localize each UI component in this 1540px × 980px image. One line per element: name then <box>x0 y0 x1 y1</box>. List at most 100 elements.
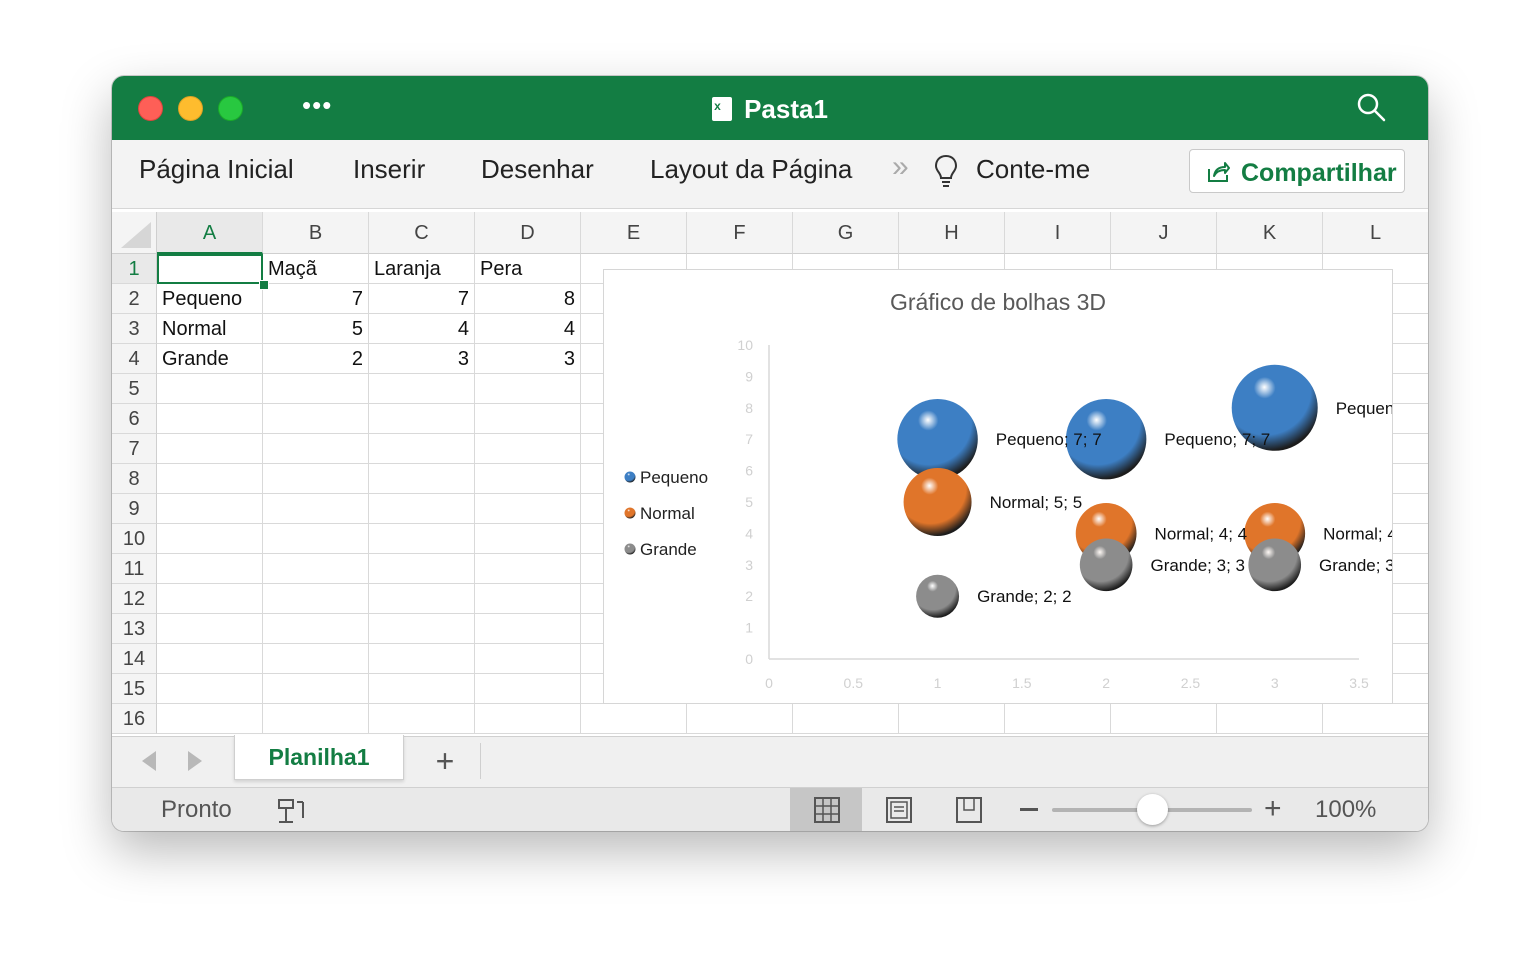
cell-j16[interactable] <box>1111 704 1217 734</box>
cell-d11[interactable] <box>475 554 581 584</box>
row-header-1[interactable]: 1 <box>112 254 157 284</box>
cell-d6[interactable] <box>475 404 581 434</box>
cell-a16[interactable] <box>157 704 263 734</box>
column-header-j[interactable]: J <box>1111 212 1217 254</box>
row-header-5[interactable]: 5 <box>112 374 157 404</box>
tab-desenhar[interactable]: Desenhar <box>481 154 594 185</box>
add-sheet-button[interactable]: + <box>430 743 460 780</box>
cell-b3[interactable]: 5 <box>263 314 369 344</box>
cell-d8[interactable] <box>475 464 581 494</box>
row-header-10[interactable]: 10 <box>112 524 157 554</box>
cell-d9[interactable] <box>475 494 581 524</box>
cell-a6[interactable] <box>157 404 263 434</box>
cell-c9[interactable] <box>369 494 475 524</box>
column-header-g[interactable]: G <box>793 212 899 254</box>
cell-a10[interactable] <box>157 524 263 554</box>
row-header-11[interactable]: 11 <box>112 554 157 584</box>
row-header-4[interactable]: 4 <box>112 344 157 374</box>
row-header-9[interactable]: 9 <box>112 494 157 524</box>
column-header-d[interactable]: D <box>475 212 581 254</box>
select-all-corner[interactable] <box>112 212 157 254</box>
bubble-chart[interactable]: Gráfico de bolhas 3D 0 1 2 3 4 5 6 7 8 9 10 0 0.5 1 1.5… <box>603 269 1428 704</box>
cell-a2[interactable]: Pequeno <box>157 284 263 314</box>
zoom-level[interactable]: 100% <box>1315 796 1376 824</box>
cell-c7[interactable] <box>369 434 475 464</box>
row-header-8[interactable]: 8 <box>112 464 157 494</box>
cell-b16[interactable] <box>263 704 369 734</box>
row-header-13[interactable]: 13 <box>112 614 157 644</box>
cell-b11[interactable] <box>263 554 369 584</box>
cell-b6[interactable] <box>263 404 369 434</box>
cell-d7[interactable] <box>475 434 581 464</box>
cell-b13[interactable] <box>263 614 369 644</box>
fill-handle[interactable] <box>259 280 269 290</box>
previous-sheet-icon[interactable] <box>142 751 156 771</box>
cell-c1[interactable]: Laranja <box>369 254 475 284</box>
cell-b15[interactable] <box>263 674 369 704</box>
cell-a3[interactable]: Normal <box>157 314 263 344</box>
normal-view-button[interactable] <box>790 788 862 831</box>
row-header-2[interactable]: 2 <box>112 284 157 314</box>
cell-b2[interactable]: 7 <box>263 284 369 314</box>
cell-f16[interactable] <box>687 704 793 734</box>
cell-b10[interactable] <box>263 524 369 554</box>
cell-b8[interactable] <box>263 464 369 494</box>
cell-g16[interactable] <box>793 704 899 734</box>
row-header-15[interactable]: 15 <box>112 674 157 704</box>
cell-c2[interactable]: 7 <box>369 284 475 314</box>
cell-c8[interactable] <box>369 464 475 494</box>
cell-c15[interactable] <box>369 674 475 704</box>
row-header-12[interactable]: 12 <box>112 584 157 614</box>
tab-pagina-inicial[interactable]: Página Inicial <box>139 154 294 185</box>
row-header-16[interactable]: 16 <box>112 704 157 734</box>
cell-c6[interactable] <box>369 404 475 434</box>
cell-c12[interactable] <box>369 584 475 614</box>
cell-d1[interactable]: Pera <box>475 254 581 284</box>
cell-c10[interactable] <box>369 524 475 554</box>
cell-c5[interactable] <box>369 374 475 404</box>
cell-i16[interactable] <box>1005 704 1111 734</box>
column-header-i[interactable]: I <box>1005 212 1111 254</box>
column-header-k[interactable]: K <box>1217 212 1323 254</box>
column-header-e[interactable]: E <box>581 212 687 254</box>
cell-a8[interactable] <box>157 464 263 494</box>
tell-me-search[interactable]: Conte-me <box>976 154 1090 185</box>
cell-d13[interactable] <box>475 614 581 644</box>
cell-c16[interactable] <box>369 704 475 734</box>
column-header-a[interactable]: A <box>157 212 263 254</box>
cell-b5[interactable] <box>263 374 369 404</box>
cell-b7[interactable] <box>263 434 369 464</box>
column-header-h[interactable]: H <box>899 212 1005 254</box>
cell-k16[interactable] <box>1217 704 1323 734</box>
cell-a7[interactable] <box>157 434 263 464</box>
cell-a1[interactable] <box>157 254 263 284</box>
cell-c4[interactable]: 3 <box>369 344 475 374</box>
row-header-14[interactable]: 14 <box>112 644 157 674</box>
cell-d14[interactable] <box>475 644 581 674</box>
cell-c14[interactable] <box>369 644 475 674</box>
cell-a14[interactable] <box>157 644 263 674</box>
macro-record-icon[interactable] <box>275 796 307 826</box>
cell-d12[interactable] <box>475 584 581 614</box>
column-header-l[interactable]: L <box>1323 212 1428 254</box>
cell-b12[interactable] <box>263 584 369 614</box>
column-header-c[interactable]: C <box>369 212 475 254</box>
cell-b1[interactable]: Maçã <box>263 254 369 284</box>
tab-inserir[interactable]: Inserir <box>353 154 425 185</box>
cell-a13[interactable] <box>157 614 263 644</box>
cell-c11[interactable] <box>369 554 475 584</box>
column-header-b[interactable]: B <box>263 212 369 254</box>
zoom-out-button[interactable] <box>1020 808 1038 811</box>
cell-e16[interactable] <box>581 704 687 734</box>
cell-c3[interactable]: 4 <box>369 314 475 344</box>
cell-b4[interactable]: 2 <box>263 344 369 374</box>
cell-d3[interactable]: 4 <box>475 314 581 344</box>
row-header-7[interactable]: 7 <box>112 434 157 464</box>
column-header-f[interactable]: F <box>687 212 793 254</box>
share-button[interactable]: Compartilhar <box>1189 149 1405 193</box>
cell-l16[interactable] <box>1323 704 1428 734</box>
cell-a12[interactable] <box>157 584 263 614</box>
cell-b14[interactable] <box>263 644 369 674</box>
cell-h16[interactable] <box>899 704 1005 734</box>
next-sheet-icon[interactable] <box>188 751 202 771</box>
